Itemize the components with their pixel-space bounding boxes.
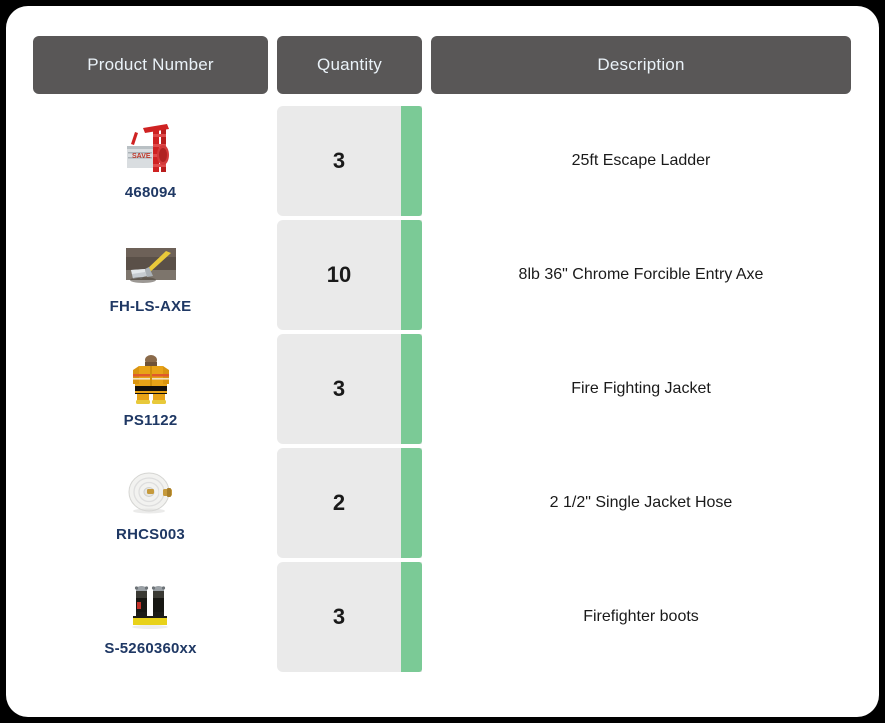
table-row[interactable]: PS1122 3 Fire Fighting Jacket <box>6 332 879 446</box>
cell-product-number[interactable]: S-5260360xx <box>33 560 268 674</box>
quantity-value: 2 <box>332 490 346 515</box>
cell-quantity[interactable]: 3 <box>277 334 422 444</box>
quantity-status-bar <box>401 448 422 558</box>
quantity-status-bar <box>401 334 422 444</box>
table-row[interactable]: SAVE 468094 3 25ft Escape Ladder <box>6 104 879 218</box>
quantity-status-bar <box>401 220 422 330</box>
quantity-value: 3 <box>332 604 346 629</box>
cell-description: 8lb 36" Chrome Forcible Entry Axe <box>518 266 764 283</box>
product-code-label: S-5260360xx <box>104 639 197 657</box>
firefighter-boots-image <box>122 577 179 634</box>
fire-fighting-jacket-image <box>122 349 179 406</box>
quantity-value: 3 <box>332 148 346 173</box>
product-code-label: RHCS003 <box>116 525 185 543</box>
table-row[interactable]: S-5260360xx 3 Firefighter boots <box>6 560 879 674</box>
cell-product-number[interactable]: RHCS003 <box>33 446 268 560</box>
cell-product-number[interactable]: FH-LS-AXE <box>33 218 268 332</box>
table-row[interactable]: FH-LS-AXE 10 8lb 36" Chrome Forcible Ent… <box>6 218 879 332</box>
quantity-value: 10 <box>326 262 352 287</box>
product-code-label: FH-LS-AXE <box>109 297 192 315</box>
product-code-label: 468094 <box>124 183 177 201</box>
cell-quantity[interactable]: 3 <box>277 106 422 216</box>
column-header-description[interactable]: Description <box>431 36 851 94</box>
cell-quantity[interactable]: 2 <box>277 448 422 558</box>
escape-ladder-image: SAVE <box>122 121 179 178</box>
forcible-entry-axe-image <box>122 235 179 292</box>
quantity-status-bar <box>401 106 422 216</box>
quantity-status-bar <box>401 562 422 672</box>
column-header-quantity[interactable]: Quantity <box>277 36 422 94</box>
product-table: Product Number Quantity Description SAVE <box>6 6 879 717</box>
cell-description: 25ft Escape Ladder <box>571 152 711 169</box>
cell-quantity[interactable]: 3 <box>277 562 422 672</box>
single-jacket-hose-image <box>122 463 179 520</box>
cell-description: Firefighter boots <box>583 608 699 625</box>
product-list-panel: Product Number Quantity Description SAVE <box>6 6 879 717</box>
cell-product-number[interactable]: PS1122 <box>33 332 268 446</box>
cell-quantity[interactable]: 10 <box>277 220 422 330</box>
column-header-product-number[interactable]: Product Number <box>33 36 268 94</box>
product-code-label: PS1122 <box>123 411 178 429</box>
svg-text:SAVE: SAVE <box>132 153 151 160</box>
cell-description: 2 1/2" Single Jacket Hose <box>549 494 733 511</box>
cell-product-number[interactable]: SAVE 468094 <box>33 104 268 218</box>
cell-description: Fire Fighting Jacket <box>571 380 711 397</box>
quantity-value: 3 <box>332 376 346 401</box>
table-header-row: Product Number Quantity Description <box>6 36 879 94</box>
table-row[interactable]: RHCS003 2 2 1/2" Single Jacket Hose <box>6 446 879 560</box>
